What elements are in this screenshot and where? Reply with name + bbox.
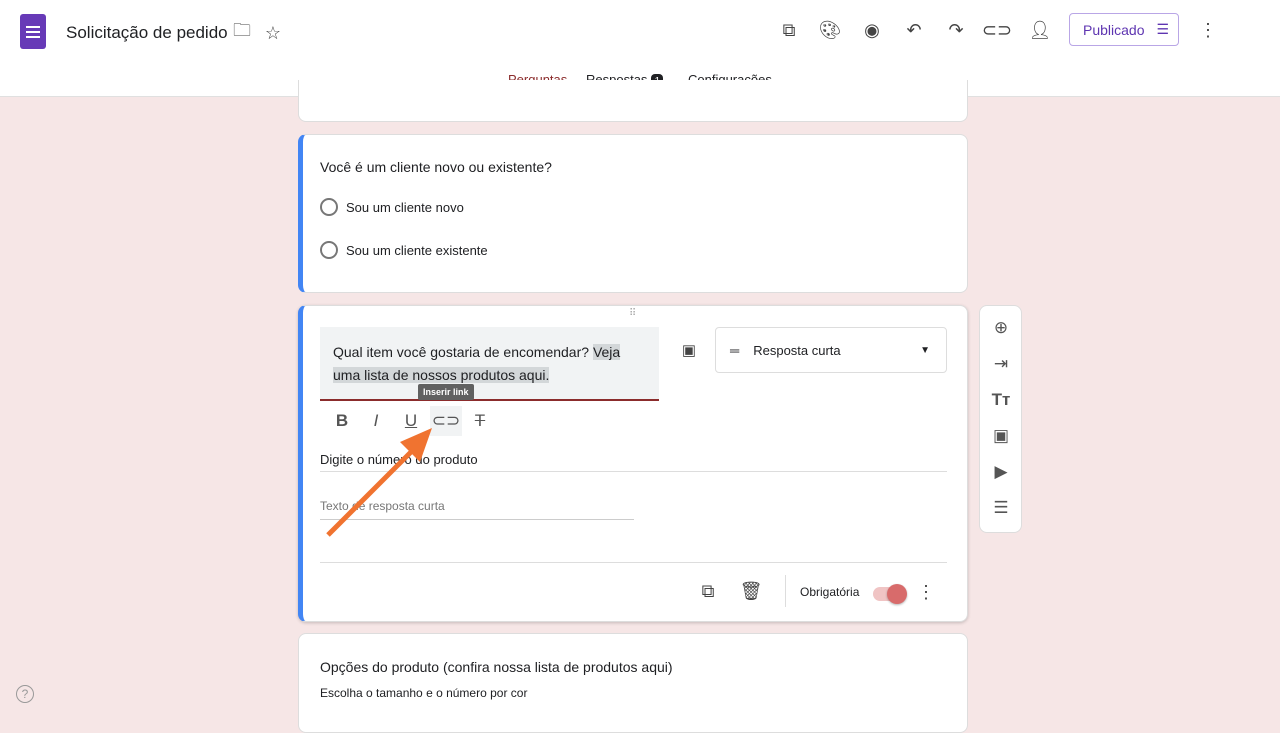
- question-title-input[interactable]: Qual item você gostaria de encomendar? V…: [320, 327, 659, 401]
- delete-icon[interactable]: 🗑︎: [739, 579, 763, 603]
- more-options-icon[interactable]: ⋮: [914, 580, 938, 604]
- question-title: Você é um cliente novo ou existente?: [320, 159, 552, 175]
- required-label: Obrigatória: [800, 585, 860, 599]
- dropdown-arrow-icon: ▼: [920, 344, 930, 356]
- radio-option[interactable]: Sou um cliente novo: [320, 198, 464, 216]
- option-label: Sou um cliente novo: [346, 199, 464, 215]
- selected-text: Veja: [592, 344, 621, 360]
- folder-icon[interactable]: 🗀: [230, 20, 254, 45]
- import-questions-icon[interactable]: ⇥: [990, 354, 1012, 376]
- tune-icon: ☰: [1156, 21, 1170, 37]
- question-type-select[interactable]: ═ Resposta curta ▼: [715, 327, 947, 373]
- question-title: Opções do produto (confira nossa lista d…: [320, 659, 673, 675]
- publish-button[interactable]: Publicado ☰: [1069, 13, 1179, 46]
- floating-toolbar: ⊕ ⇥ Tт ▣ ▶ ☰: [979, 305, 1022, 533]
- annotation-arrow-icon: [326, 428, 432, 537]
- clear-formatting-icon[interactable]: T: [465, 406, 495, 436]
- radio-circle-icon: [320, 241, 338, 259]
- addons-puzzle-icon[interactable]: ⧉: [777, 18, 801, 42]
- forms-logo-icon[interactable]: [20, 14, 46, 49]
- add-image-icon[interactable]: ▣: [677, 338, 701, 362]
- form-title[interactable]: Solicitação de pedido: [66, 23, 228, 43]
- drag-handle-icon[interactable]: ⠿: [629, 308, 637, 319]
- duplicate-icon[interactable]: ⧉: [696, 579, 720, 603]
- add-title-icon[interactable]: Tт: [990, 390, 1012, 412]
- more-menu-icon[interactable]: ⋮: [1196, 18, 1220, 42]
- palette-icon[interactable]: 🎨︎: [818, 18, 842, 42]
- add-section-icon[interactable]: ☰: [990, 498, 1012, 520]
- selected-text: uma lista de nossos produtos aqui.: [333, 367, 550, 383]
- preview-eye-icon[interactable]: ◉: [860, 18, 884, 42]
- divider: [320, 562, 947, 563]
- help-icon[interactable]: ?: [16, 685, 34, 703]
- add-video-icon[interactable]: ▶: [990, 462, 1012, 484]
- add-question-icon[interactable]: ⊕: [990, 318, 1012, 340]
- link-icon[interactable]: ⊂⊃: [982, 18, 1012, 42]
- required-toggle[interactable]: [873, 584, 907, 604]
- question-text: Qual item você gostaria de encomendar?: [333, 344, 593, 360]
- tooltip: Inserir link: [418, 384, 474, 400]
- radio-option[interactable]: Sou um cliente existente: [320, 241, 488, 259]
- publish-label: Publicado: [1083, 21, 1145, 38]
- question-card-product-options[interactable]: Opções do produto (confira nossa lista d…: [298, 633, 968, 733]
- radio-circle-icon: [320, 198, 338, 216]
- question-card-client-type[interactable]: Você é um cliente novo ou existente? Sou…: [298, 134, 968, 293]
- add-image-icon[interactable]: ▣: [990, 426, 1012, 448]
- previous-card[interactable]: [298, 80, 968, 122]
- short-answer-icon: ═: [730, 342, 740, 358]
- undo-icon[interactable]: ↶: [902, 18, 926, 42]
- question-description: Escolha o tamanho e o número por cor: [320, 686, 528, 700]
- question-type-label: Resposta curta: [753, 342, 841, 358]
- add-collaborator-icon[interactable]: 👤︎: [1028, 18, 1052, 42]
- redo-icon[interactable]: ↷: [944, 18, 968, 42]
- divider: [785, 575, 786, 607]
- star-icon[interactable]: ☆: [261, 21, 285, 45]
- option-label: Sou um cliente existente: [346, 242, 488, 258]
